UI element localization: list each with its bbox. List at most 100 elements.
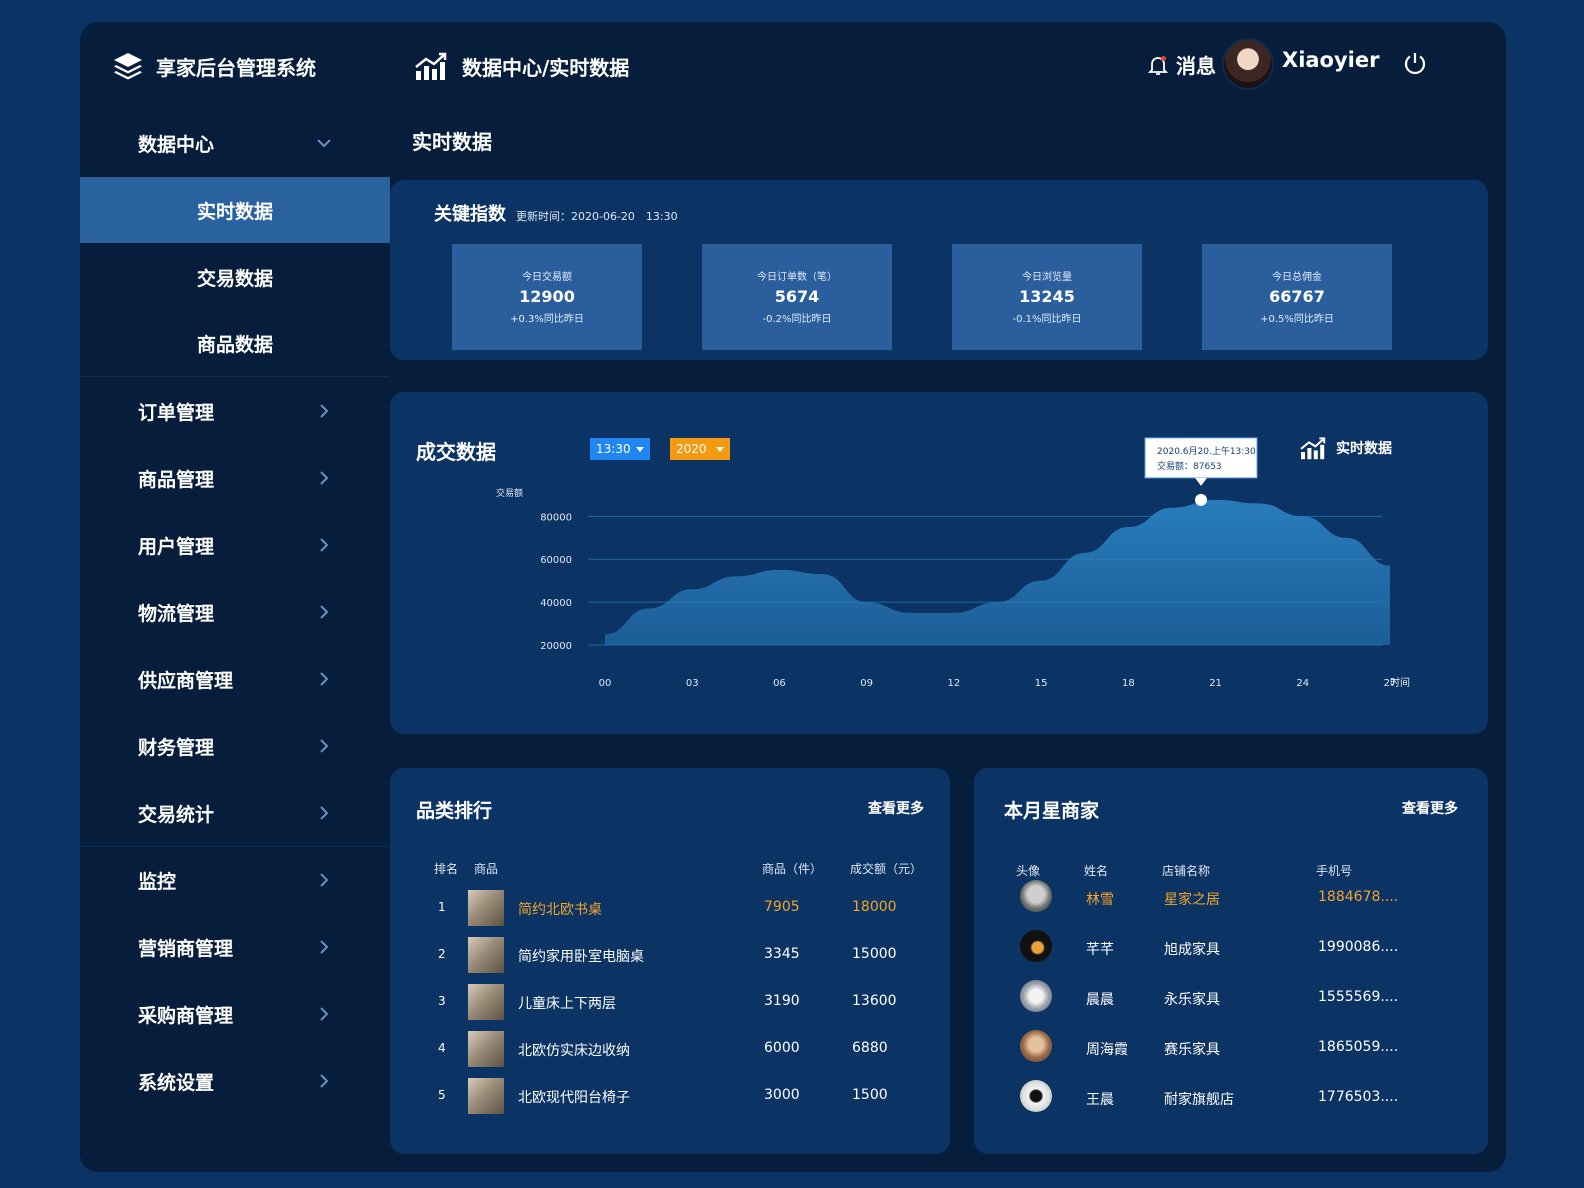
merchant-name: 周海霞 xyxy=(1086,1042,1128,1058)
y-tick-label: 60000 xyxy=(540,555,572,566)
table-row[interactable]: 芊芊 旭成家具 1990086.... xyxy=(974,928,1488,968)
highlight-point xyxy=(1195,493,1208,506)
sidebar-item-finance[interactable]: 财务管理 xyxy=(80,713,390,779)
product-name: 儿童床上下两层 xyxy=(518,996,616,1012)
kpi-label: 今日总佣金 xyxy=(1272,272,1322,283)
key-indicators-header: 关键指数 更新时间：2020-06-20 13:30 xyxy=(434,200,678,226)
sidebar-item-logistics[interactable]: 物流管理 xyxy=(80,579,390,645)
x-tick-label: 15 xyxy=(1035,678,1048,689)
phone: 1884678.... xyxy=(1318,889,1399,905)
shop-name: 星家之居 xyxy=(1164,892,1220,908)
table-row[interactable]: 林雪 星家之居 1884678.... xyxy=(974,878,1488,918)
chevron-right-icon xyxy=(320,1007,329,1021)
x-tick-label: 12 xyxy=(948,678,961,689)
sidebar-item-users[interactable]: 用户管理 xyxy=(80,512,390,578)
rank-cell: 1 xyxy=(438,900,446,914)
sidebar-item-label: 交易统计 xyxy=(138,803,215,826)
table-row[interactable]: 5 北欧现代阳台椅子 3000 1500 xyxy=(390,1076,950,1116)
product-count: 3345 xyxy=(764,946,800,962)
table-row[interactable]: 3 儿童床上下两层 3190 13600 xyxy=(390,982,950,1022)
chevron-right-icon xyxy=(320,538,329,552)
sidebar-item-trade-stats[interactable]: 交易统计 xyxy=(80,780,390,846)
x-tick-label: 09 xyxy=(860,678,873,689)
product-amount: 13600 xyxy=(852,993,897,1009)
sidebar-item-products[interactable]: 商品管理 xyxy=(80,445,390,511)
key-indicators-panel: 关键指数 更新时间：2020-06-20 13:30 今日交易额 12900 +… xyxy=(390,180,1488,360)
merchant-name: 林雪 xyxy=(1086,892,1114,908)
chevron-right-icon xyxy=(320,672,329,686)
merchant-name: 芊芊 xyxy=(1086,942,1114,958)
brand-title: 享家后台管理系统 xyxy=(156,55,316,80)
kpi-change: -0.2%同比昨日 xyxy=(762,314,832,325)
sidebar-subitem-label: 商品数据 xyxy=(196,333,273,356)
sidebar-subitem-product[interactable]: 商品数据 xyxy=(80,310,390,376)
sidebar-item-purchasers[interactable]: 采购商管理 xyxy=(80,981,390,1047)
kpi-card-views: 今日浏览量 13245 -0.1%同比昨日 xyxy=(952,244,1142,350)
star-merchants-panel: 本月星商家 查看更多 头像 姓名 店铺名称 手机号 林雪 星家之居 188467… xyxy=(974,768,1488,1154)
product-amount: 1500 xyxy=(852,1087,888,1103)
messages-button[interactable]: 消息 xyxy=(1146,50,1216,79)
kpi-card-orders: 今日订单数（笔） 5674 -0.2%同比昨日 xyxy=(702,244,892,350)
category-more-link[interactable]: 查看更多 xyxy=(868,798,924,818)
messages-label: 消息 xyxy=(1176,54,1216,78)
kpi-change: +0.5%同比昨日 xyxy=(1260,314,1334,325)
sidebar: 数据中心 实时数据 交易数据 商品数据 订单管理 商品管理 用户管理 物流管理 … xyxy=(80,110,390,1172)
header-user-area: 消息 Xiaoyier xyxy=(1146,38,1506,92)
sidebar-subitem-trade[interactable]: 交易数据 xyxy=(80,244,390,310)
table-row[interactable]: 4 北欧仿实床边收纳 6000 6880 xyxy=(390,1029,950,1069)
sidebar-subitem-realtime[interactable]: 实时数据 xyxy=(80,177,390,243)
col-header-amount: 成交额（元） xyxy=(850,862,923,876)
sidebar-subitem-label: 实时数据 xyxy=(196,200,273,223)
x-tick-label: 06 xyxy=(773,678,786,689)
sidebar-item-label: 系统设置 xyxy=(138,1071,215,1094)
col-header-rank: 排名 xyxy=(434,862,459,876)
kpi-label: 今日订单数（笔） xyxy=(757,272,837,283)
sidebar-item-orders[interactable]: 订单管理 xyxy=(80,378,390,444)
sidebar-item-label: 用户管理 xyxy=(138,535,215,558)
product-name: 北欧仿实床边收纳 xyxy=(518,1043,630,1059)
x-axis-label: 时间 xyxy=(1390,676,1410,689)
x-tick-label: 18 xyxy=(1122,678,1135,689)
product-thumbnail xyxy=(468,937,504,973)
sidebar-item-label: 采购商管理 xyxy=(138,1004,234,1027)
sidebar-item-settings[interactable]: 系统设置 xyxy=(80,1048,390,1114)
page-title: 实时数据 xyxy=(412,130,492,154)
table-row[interactable]: 1 简约北欧书桌 7905 18000 xyxy=(390,888,950,928)
sidebar-item-data-center[interactable]: 数据中心 xyxy=(80,110,390,176)
kpi-change: +0.3%同比昨日 xyxy=(510,314,584,325)
table-row[interactable]: 晨晨 永乐家具 1555569.... xyxy=(974,978,1488,1018)
avatar xyxy=(1020,1080,1052,1112)
product-thumbnail xyxy=(468,890,504,926)
kpi-value: 12900 xyxy=(519,287,575,306)
tooltip-line: 交易额：87653 xyxy=(1157,460,1222,472)
col-header-phone: 手机号 xyxy=(1316,864,1353,878)
x-tick-label: 03 xyxy=(686,678,699,689)
y-axis-label: 交易额 xyxy=(496,487,523,499)
kpi-change: -0.1%同比昨日 xyxy=(1012,314,1082,325)
x-tick-label: 00 xyxy=(599,678,612,689)
x-tick-label: 21 xyxy=(1209,678,1222,689)
power-icon[interactable] xyxy=(1402,50,1428,76)
table-row[interactable]: 周海霞 赛乐家具 1865059.... xyxy=(974,1028,1488,1068)
kpi-card-commission: 今日总佣金 66767 +0.5%同比昨日 xyxy=(1202,244,1392,350)
product-amount: 15000 xyxy=(852,946,897,962)
y-tick-label: 80000 xyxy=(540,512,572,523)
sidebar-item-marketers[interactable]: 营销商管理 xyxy=(80,914,390,980)
shop-name: 赛乐家具 xyxy=(1164,1042,1220,1058)
phone: 1990086.... xyxy=(1318,939,1399,955)
avatar xyxy=(1020,880,1052,912)
y-tick-label: 20000 xyxy=(540,641,572,652)
product-count: 7905 xyxy=(764,899,800,915)
avatar[interactable] xyxy=(1222,38,1274,90)
sidebar-item-suppliers[interactable]: 供应商管理 xyxy=(80,646,390,712)
sidebar-item-label: 营销商管理 xyxy=(138,937,234,960)
phone: 1776503.... xyxy=(1318,1089,1399,1105)
sidebar-item-monitor[interactable]: 监控 xyxy=(80,847,390,913)
sidebar-item-label: 供应商管理 xyxy=(138,669,234,692)
product-thumbnail xyxy=(468,1031,504,1067)
app-frame: 享家后台管理系统 数据中心 实时数据 交易数据 商品数据 订单管理 商品管理 用… xyxy=(80,22,1506,1172)
table-row[interactable]: 王晨 耐家旗舰店 1776503.... xyxy=(974,1078,1488,1118)
merchants-more-link[interactable]: 查看更多 xyxy=(1402,798,1458,818)
table-row[interactable]: 2 简约家用卧室电脑桌 3345 15000 xyxy=(390,935,950,975)
col-header-name: 姓名 xyxy=(1084,864,1109,878)
